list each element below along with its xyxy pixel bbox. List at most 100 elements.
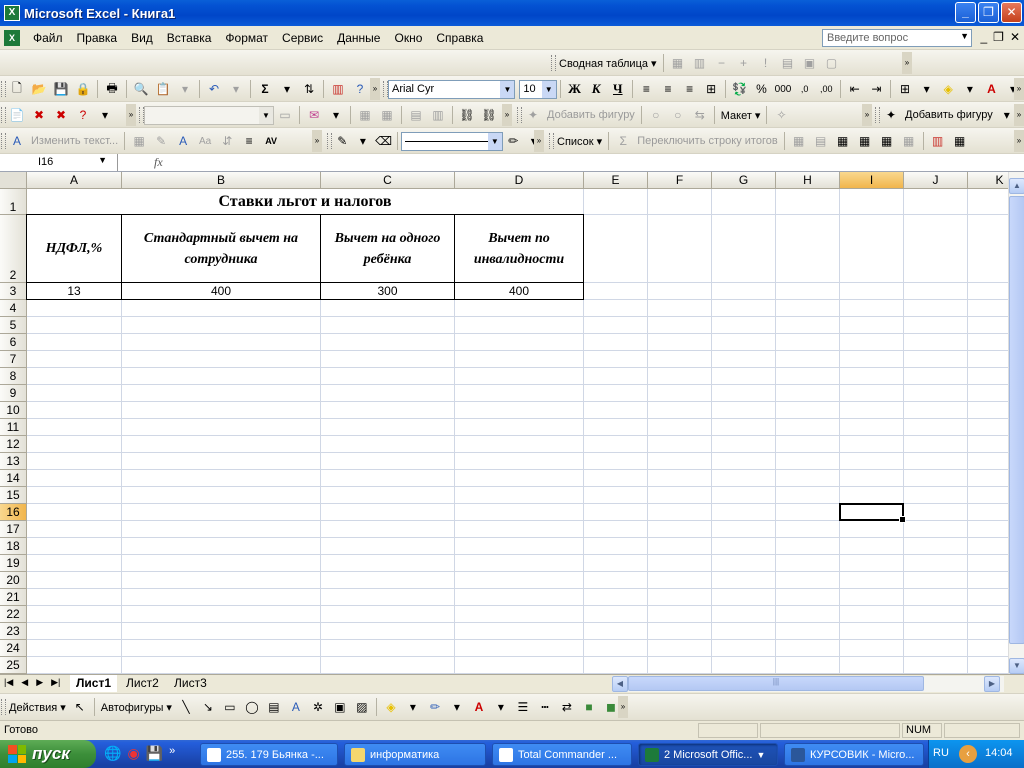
task-microsoft-office[interactable]: 2 Microsoft Offic... ▼ xyxy=(638,743,778,766)
scroll-up-icon[interactable]: ▲ xyxy=(1009,178,1024,194)
undo-icon[interactable]: ↶ xyxy=(205,80,223,98)
column-header-h[interactable]: H xyxy=(776,172,840,189)
oval-icon[interactable]: ◯ xyxy=(243,698,261,716)
sheet-tab-1[interactable]: Лист1 xyxy=(70,675,118,692)
bold-button[interactable]: Ж xyxy=(566,80,584,98)
column-header-d[interactable]: D xyxy=(455,172,584,189)
chevron-down-icon[interactable]: ▾ xyxy=(176,80,194,98)
maximize-button[interactable]: ❐ xyxy=(978,2,999,23)
prev-sheet-icon[interactable]: ◀ xyxy=(21,677,28,688)
select-all-button[interactable] xyxy=(0,172,27,189)
decrease-indent-icon[interactable]: ⇤ xyxy=(846,80,864,98)
minimize-button[interactable]: _ xyxy=(955,2,976,23)
menu-help[interactable]: Справка xyxy=(429,31,490,45)
font-name-select[interactable]: Arial Cyr ▼ xyxy=(388,79,516,99)
menu-format[interactable]: Формат xyxy=(218,31,275,45)
open-folder-icon[interactable]: 📂 xyxy=(30,80,48,98)
first-sheet-icon[interactable]: |◀ xyxy=(4,677,13,688)
horizontal-scrollbar[interactable]: ◀ ||| ▶ xyxy=(612,676,1004,692)
show-detail-icon[interactable]: + xyxy=(735,54,753,72)
permission-icon[interactable]: 🔒 xyxy=(74,80,92,98)
menu-tools[interactable]: Сервис xyxy=(275,31,330,45)
properties-icon[interactable]: ▭ xyxy=(276,106,294,124)
grid-icon[interactable]: ▦ xyxy=(378,106,396,124)
chevron-left-icon[interactable]: ‹ xyxy=(959,745,977,763)
doc-restore-button[interactable]: ❐ xyxy=(993,30,1004,44)
chevron-down-icon[interactable]: ▾ xyxy=(96,106,114,124)
row-header-7[interactable]: 7 xyxy=(0,351,27,368)
network-icon[interactable]: 🌐 xyxy=(104,745,121,762)
toolbar-options-icon[interactable]: » xyxy=(126,104,136,126)
layout-menu[interactable]: Макет ▾ xyxy=(718,109,764,122)
active-cell-selection[interactable] xyxy=(839,503,906,523)
rectangle-icon[interactable]: ▭ xyxy=(221,698,239,716)
chevron-down-icon[interactable]: ▾ xyxy=(327,106,345,124)
row-header-24[interactable]: 24 xyxy=(0,640,27,657)
row-header-4[interactable]: 4 xyxy=(0,300,27,317)
language-indicator[interactable]: RU xyxy=(933,747,949,759)
scroll-left-icon[interactable]: ◀ xyxy=(612,676,628,692)
line-icon[interactable]: ╲ xyxy=(177,698,195,716)
move-forward-icon[interactable]: ○ xyxy=(669,106,687,124)
field-list-icon[interactable]: ▣ xyxy=(801,54,819,72)
document-icon[interactable]: 📄 xyxy=(8,106,26,124)
eraser-icon[interactable]: ⌫ xyxy=(375,132,392,150)
chevron-down-icon[interactable]: ▾ xyxy=(918,80,936,98)
spacing-icon[interactable]: AV xyxy=(262,132,280,150)
toolbar-options-icon[interactable]: » xyxy=(1014,130,1024,152)
list-menu[interactable]: Список ▾ xyxy=(554,135,605,148)
increase-indent-icon[interactable]: ⇥ xyxy=(868,80,886,98)
more-icon[interactable]: » xyxy=(169,745,175,762)
clipart-icon[interactable]: ▣ xyxy=(331,698,349,716)
arrow-style-icon[interactable]: ⇄ xyxy=(558,698,576,716)
table-icon[interactable]: ▦ xyxy=(356,106,374,124)
row-header-21[interactable]: 21 xyxy=(0,589,27,606)
chevron-down-icon[interactable]: ▾ xyxy=(492,698,510,716)
header-cell-a[interactable]: НДФЛ,% xyxy=(26,214,122,283)
function-icon[interactable]: fx xyxy=(154,155,163,170)
italic-button[interactable]: К xyxy=(587,80,605,98)
percent-button[interactable]: % xyxy=(753,80,771,98)
row-header-14[interactable]: 14 xyxy=(0,470,27,487)
chevron-down-icon[interactable]: ▾ xyxy=(278,80,296,98)
fill-color-icon[interactable]: ◈ xyxy=(382,698,400,716)
dash-style-icon[interactable]: ┅ xyxy=(536,698,554,716)
sort-ascending-icon[interactable]: ⇅ xyxy=(300,80,318,98)
task-total-commander[interactable]: Total Commander ... xyxy=(492,743,632,766)
add-shape-icon[interactable]: ✦ xyxy=(524,106,542,124)
chevron-down-icon[interactable]: ▼ xyxy=(500,80,515,98)
doc-close-button[interactable]: ✕ xyxy=(1010,30,1020,44)
reverse-icon[interactable]: ⇆ xyxy=(691,106,709,124)
row-header-25[interactable]: 25 xyxy=(0,657,27,674)
line-style-icon[interactable]: ☰ xyxy=(514,698,532,716)
sheet-title-cell[interactable]: Ставки льгот и налогов xyxy=(27,189,583,214)
column-header-k[interactable]: K xyxy=(968,172,1008,189)
toolbar-options-icon[interactable]: » xyxy=(1014,78,1024,100)
line-style-select[interactable]: ▼ xyxy=(401,131,503,151)
row-header-9[interactable]: 9 xyxy=(0,385,27,402)
sync-list-icon[interactable]: ▦ xyxy=(878,132,896,150)
align-left-icon[interactable]: ≡ xyxy=(638,80,656,98)
formula-input[interactable] xyxy=(172,154,1022,171)
discard-icon[interactable]: ▦ xyxy=(900,132,918,150)
pivot-table-menu[interactable]: Сводная таблица ▾ xyxy=(556,57,660,70)
chevron-down-icon[interactable]: ▼ xyxy=(98,155,107,165)
unlink-icon[interactable]: ⛓ xyxy=(480,106,498,124)
menu-data[interactable]: Данные xyxy=(330,31,387,45)
shadow-icon[interactable]: ■ xyxy=(580,698,598,716)
columns-icon[interactable]: ▥ xyxy=(429,106,447,124)
align-icon[interactable]: ≡ xyxy=(240,132,258,150)
chevron-down-icon[interactable]: ▼ xyxy=(541,80,556,98)
title-bar[interactable]: X Microsoft Excel - Книга1 _ ❐ ✕ xyxy=(0,0,1024,26)
toggle-totals-button[interactable]: Переключить строку итогов xyxy=(634,135,781,147)
control-select[interactable]: ▼ xyxy=(144,105,274,125)
row-header-8[interactable]: 8 xyxy=(0,368,27,385)
list-properties-icon[interactable]: ▤ xyxy=(812,132,830,150)
toolbar-options-icon[interactable]: » xyxy=(862,104,872,126)
worksheet-grid[interactable]: A B C D E F G H I J K 1 2 3 4 5 6 7 8 9 10 11 12 13 14 15 16 17 18 19… xyxy=(0,172,1008,674)
row-header-2[interactable]: 2 xyxy=(0,215,27,283)
textbox-icon[interactable]: ▤ xyxy=(265,698,283,716)
chevron-down-icon[interactable]: ▾ xyxy=(404,698,422,716)
row-header-23[interactable]: 23 xyxy=(0,623,27,640)
scroll-thumb[interactable] xyxy=(1009,196,1024,644)
